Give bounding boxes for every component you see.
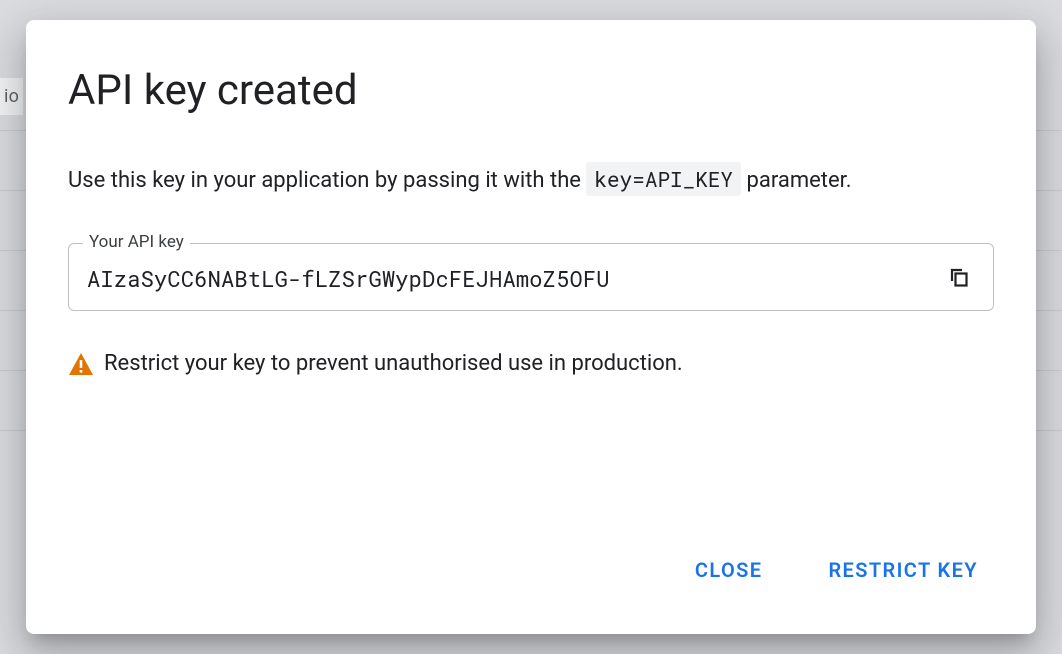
description-text-post: parameter.: [747, 168, 852, 193]
api-key-field-label: Your API key: [83, 232, 190, 252]
api-key-param-code: key=API_KEY: [586, 162, 741, 196]
copy-icon: [947, 265, 971, 292]
restrict-key-button[interactable]: RESTRICT KEY: [814, 548, 992, 592]
description-text-pre: Use this key in your application by pass…: [68, 168, 586, 193]
dialog-actions: CLOSE RESTRICT KEY: [26, 518, 1036, 634]
dialog-description: Use this key in your application by pass…: [68, 164, 994, 197]
dialog-body: API key created Use this key in your app…: [26, 20, 1036, 518]
warning-icon: [68, 352, 94, 376]
close-button[interactable]: CLOSE: [681, 548, 777, 592]
copy-button[interactable]: [943, 262, 975, 294]
api-key-field: Your API key AIzaSyCC6NABtLG-fLZSrGWypDc…: [68, 243, 994, 311]
warning-text: Restrict your key to prevent unauthorise…: [104, 351, 683, 376]
api-key-created-dialog: API key created Use this key in your app…: [26, 20, 1036, 634]
warning-row: Restrict your key to prevent unauthorise…: [68, 351, 994, 376]
dialog-title: API key created: [68, 66, 994, 116]
background-text-fragment: io: [0, 78, 23, 115]
api-key-value[interactable]: AIzaSyCC6NABtLG-fLZSrGWypDcFEJHAmoZ5OFU: [87, 264, 943, 293]
